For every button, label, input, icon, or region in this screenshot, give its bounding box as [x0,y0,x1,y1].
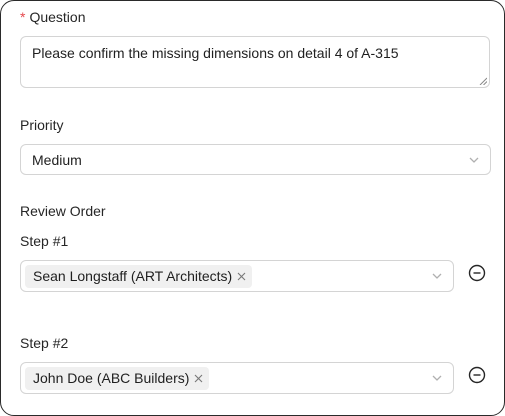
assignee-tag-label: Sean Longstaff (ART Architects) [33,268,233,284]
close-icon[interactable] [194,374,203,383]
chevron-down-icon [432,375,442,381]
assignee-tag: Sean Longstaff (ART Architects) [25,264,253,288]
step-1-assignee-select[interactable]: Sean Longstaff (ART Architects) [20,260,454,292]
step-2-label: Step #2 [20,335,69,351]
question-textarea[interactable]: Please confirm the missing dimensions on… [20,36,490,88]
review-form: * Question Please confirm the missing dim… [0,0,505,416]
remove-step-2-button[interactable] [468,366,486,384]
assignee-tag: John Doe (ABC Builders) [25,366,210,390]
question-text: Please confirm the missing dimensions on… [32,45,399,61]
step-1-label: Step #1 [20,233,69,249]
chevron-down-icon [469,157,479,163]
close-icon[interactable] [237,272,246,281]
review-order-label: Review Order [20,203,106,219]
priority-select[interactable]: Medium [20,144,491,175]
required-marker: * [20,9,26,25]
chevron-down-icon [432,273,442,279]
priority-label: Priority [20,117,64,133]
resize-grip-icon[interactable] [479,77,487,85]
assignee-tag-label: John Doe (ABC Builders) [33,370,190,386]
remove-step-1-button[interactable] [468,264,486,282]
priority-value: Medium [32,151,82,168]
question-label: * Question [20,9,86,25]
step-2-assignee-select[interactable]: John Doe (ABC Builders) [20,362,454,394]
